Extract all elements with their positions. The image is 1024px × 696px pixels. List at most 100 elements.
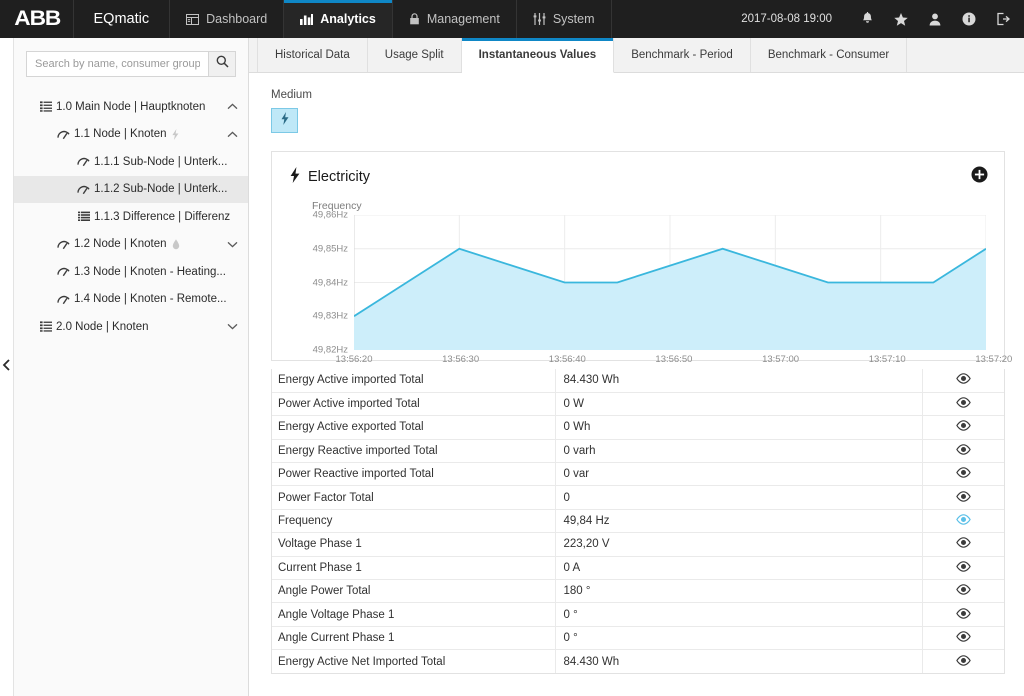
- value-name-cell: Energy Active imported Total: [278, 374, 424, 387]
- tree-item-1-1-3[interactable]: 1.1.3 Difference | Differenz: [14, 203, 248, 231]
- eye-icon[interactable]: [923, 467, 1005, 479]
- eye-icon[interactable]: [923, 607, 1005, 619]
- chart-plot[interactable]: [354, 215, 986, 350]
- tree-label-1-1-2: 1.1.2 Sub-Node | Unterk...: [94, 183, 228, 196]
- value-cell: 84.430 Wh: [554, 649, 922, 674]
- bell-icon[interactable]: [850, 0, 884, 38]
- tree-label-1-1-1: 1.1.1 Sub-Node | Unterk...: [94, 155, 228, 168]
- value-cell: 0 °: [554, 602, 922, 627]
- search-button[interactable]: [208, 51, 236, 77]
- chevron-left-icon: [2, 358, 11, 376]
- eye-icon[interactable]: [923, 490, 1005, 502]
- tree-item-2-0[interactable]: 2.0 Node | Knoten: [14, 313, 248, 341]
- table-row: Angle Power Total 180 °: [272, 579, 1005, 603]
- nav-item-analytics[interactable]: Analytics: [284, 0, 393, 38]
- eye-icon[interactable]: [923, 373, 1005, 385]
- tab-instantaneous-values[interactable]: Instantaneous Values: [461, 38, 615, 73]
- value-name-cell: Power Factor Total: [272, 485, 555, 510]
- logout-icon[interactable]: [986, 0, 1020, 38]
- chevron-up-icon[interactable]: [224, 103, 240, 110]
- chart-x-tick: 13:56:20: [335, 354, 373, 365]
- sidebar-collapse-handle[interactable]: [0, 38, 14, 696]
- node-tree: 1.0 Main Node | Hauptknoten 1.1 Node | K…: [14, 91, 248, 341]
- medium-filter-electricity-button[interactable]: [271, 108, 298, 133]
- sliders-icon: [533, 13, 546, 25]
- bolt-icon: [290, 167, 300, 187]
- value-name-cell: Frequency: [272, 508, 555, 533]
- group-icon: [38, 321, 53, 332]
- tree-item-1-1[interactable]: 1.1 Node | Knoten: [14, 121, 248, 149]
- visibility-cell: [921, 508, 1005, 533]
- tab-usage-split[interactable]: Usage Split: [367, 38, 462, 72]
- value-cell: 223,20 V: [554, 532, 922, 557]
- nav-label-dashboard: Dashboard: [206, 12, 268, 26]
- tree-item-1-3[interactable]: 1.3 Node | Knoten - Heating...: [14, 258, 248, 286]
- nav-item-dashboard[interactable]: Dashboard: [170, 0, 285, 38]
- eye-icon[interactable]: [923, 584, 1005, 596]
- analytics-tab-bar: Historical Data Usage Split Instantaneou…: [249, 38, 1024, 73]
- tree-label-1-4: 1.4 Node | Knoten - Remote...: [74, 293, 227, 306]
- tree-item-1-1-1[interactable]: 1.1.1 Sub-Node | Unterk...: [14, 148, 248, 176]
- chevron-down-icon[interactable]: [224, 241, 240, 248]
- search-input[interactable]: [26, 51, 208, 77]
- visibility-cell: [921, 462, 1005, 486]
- tab-benchmark-consumer[interactable]: Benchmark - Consumer: [750, 38, 908, 72]
- sidebar-search-row: [26, 51, 236, 77]
- eye-icon[interactable]: [923, 444, 1005, 455]
- add-chart-button[interactable]: [971, 166, 988, 188]
- meter-icon: [56, 266, 71, 277]
- eye-icon[interactable]: [923, 397, 1005, 408]
- chart-y-axis-label: Frequency: [312, 200, 362, 212]
- tree-item-1-1-2[interactable]: 1.1.2 Sub-Node | Unterk...: [14, 175, 248, 203]
- eye-icon[interactable]: [923, 631, 1005, 642]
- tab-label: Benchmark - Period: [631, 49, 733, 61]
- nav-label-analytics: Analytics: [320, 12, 376, 26]
- panel-title-text: Electricity: [308, 169, 371, 185]
- nav-item-management[interactable]: Management: [393, 0, 517, 38]
- user-icon[interactable]: [918, 0, 952, 38]
- star-icon[interactable]: [884, 0, 918, 38]
- tab-historical-data[interactable]: Historical Data: [257, 38, 368, 72]
- chart-x-tick: 13:56:30: [442, 354, 480, 365]
- drop-icon: [172, 239, 180, 250]
- chart-y-tick: 49,85Hz: [312, 243, 348, 255]
- tree-item-1-2[interactable]: 1.2 Node | Knoten: [14, 231, 248, 259]
- visibility-cell: [921, 415, 1005, 440]
- tree-label-1-0: 1.0 Main Node | Hauptknoten: [56, 100, 206, 113]
- value-cell: 84.430 Wh: [554, 369, 922, 393]
- meter-icon: [76, 156, 91, 167]
- table-row: Power Active imported Total 0 W: [272, 391, 1005, 416]
- eye-icon[interactable]: [923, 561, 1005, 572]
- info-icon[interactable]: [952, 0, 986, 38]
- chart-y-tick: 49,84Hz: [312, 277, 348, 288]
- table-row: Voltage Phase 1 223,20 V: [272, 532, 1005, 557]
- eye-active-icon[interactable]: [923, 514, 1005, 525]
- chart-y-tick: 49,83Hz: [312, 310, 348, 322]
- tree-item-1-0[interactable]: 1.0 Main Node | Hauptknoten: [14, 93, 248, 121]
- nav-label-system: System: [552, 12, 595, 26]
- tree-item-1-4[interactable]: 1.4 Node | Knoten - Remote...: [14, 286, 248, 314]
- value-name-cell: Voltage Phase 1: [272, 532, 555, 557]
- tab-benchmark-period[interactable]: Benchmark - Period: [614, 38, 751, 72]
- value-cell: 180 °: [554, 579, 922, 603]
- lock-icon: [409, 13, 420, 25]
- chevron-up-icon[interactable]: [224, 131, 240, 138]
- chevron-down-icon[interactable]: [224, 323, 240, 330]
- value-name-cell: Current Phase 1: [272, 555, 555, 580]
- topbar-right-group: 2017-08-08 19:00: [731, 0, 1024, 38]
- eye-icon[interactable]: [923, 654, 1005, 666]
- value-name-cell: Energy Reactive imported Total: [272, 438, 555, 463]
- tab-label: Instantaneous Values: [478, 49, 597, 61]
- chart-x-tick: 13:56:40: [548, 354, 586, 365]
- value-name-cell: Power Reactive imported Total: [272, 462, 555, 486]
- eye-icon[interactable]: [923, 537, 1005, 549]
- top-navigation-bar: ABB EQmatic Dashboard Analytics Manageme…: [0, 0, 1024, 38]
- chart-x-tick: 13:57:00: [762, 354, 800, 365]
- eye-icon[interactable]: [923, 420, 1005, 432]
- visibility-cell: [921, 555, 1005, 580]
- value-cell: 0 °: [554, 625, 922, 650]
- dashboard-icon: [186, 13, 200, 25]
- nav-label-management: Management: [426, 12, 500, 26]
- visibility-cell: [921, 625, 1005, 650]
- nav-item-system[interactable]: System: [517, 0, 612, 38]
